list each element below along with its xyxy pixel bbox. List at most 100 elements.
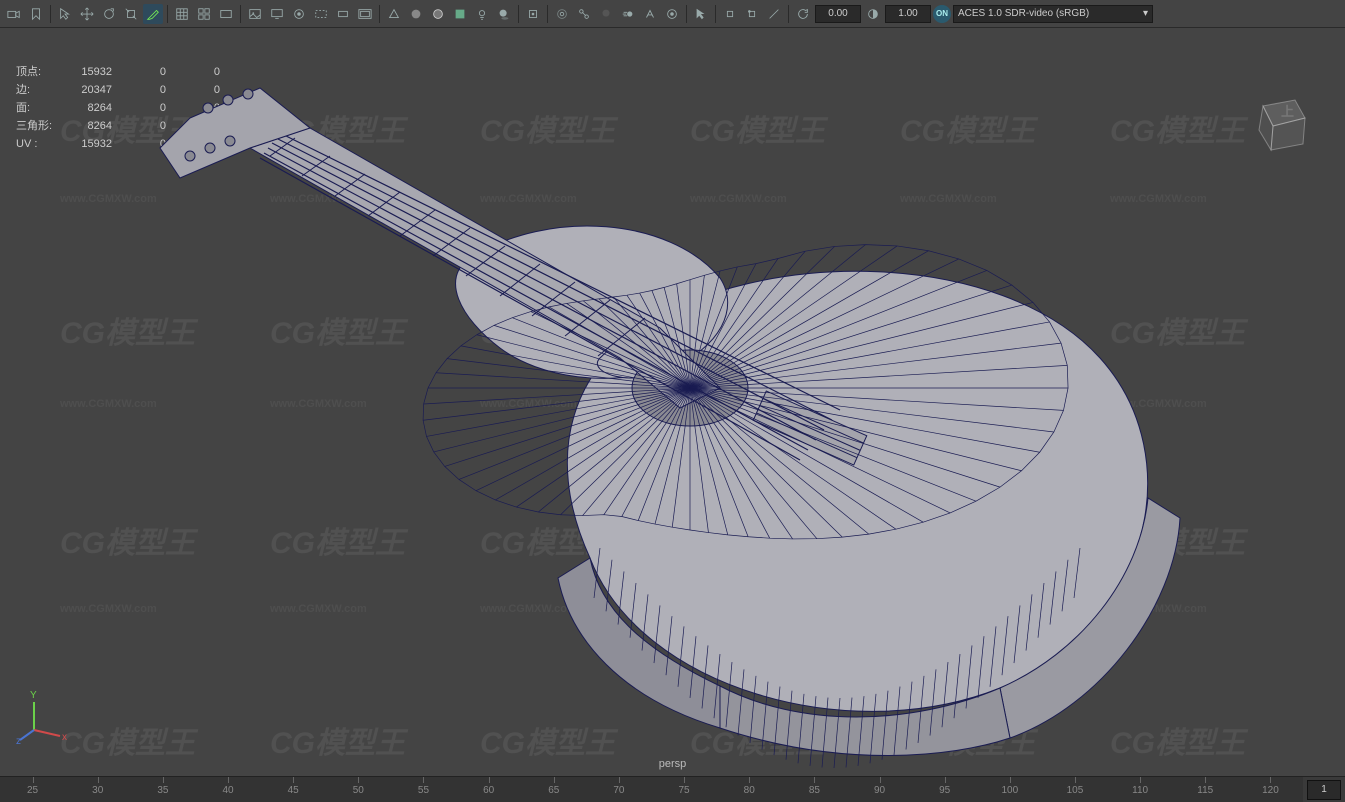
brush-tool-icon[interactable] xyxy=(143,4,163,24)
film-gate-icon[interactable] xyxy=(333,4,353,24)
shadows-icon[interactable] xyxy=(494,4,514,24)
timeline-tick xyxy=(1270,777,1271,783)
refresh-icon[interactable] xyxy=(793,4,813,24)
timeline-tick-label: 85 xyxy=(809,785,820,796)
separator xyxy=(788,5,789,23)
timeline-tick xyxy=(98,777,99,783)
hud-tris-label: 三角形: xyxy=(16,118,70,136)
timeline-tick xyxy=(489,777,490,783)
isolate-icon[interactable] xyxy=(523,4,543,24)
timeline-tick xyxy=(814,777,815,783)
exposure-input[interactable]: 0.00 xyxy=(815,5,861,23)
image-plane-icon[interactable] xyxy=(245,4,265,24)
aa-icon[interactable] xyxy=(640,4,660,24)
safe-action-icon[interactable] xyxy=(355,4,375,24)
timeline-track[interactable]: 2530354045505560657075808590951001051101… xyxy=(0,777,1303,802)
wireframe-icon[interactable] xyxy=(384,4,404,24)
timeline-tick xyxy=(1075,777,1076,783)
view-cube-top-label: 上 xyxy=(1281,104,1294,119)
textured-icon[interactable] xyxy=(450,4,470,24)
grid-icon[interactable] xyxy=(172,4,192,24)
separator xyxy=(686,5,687,23)
viewport-toolbar: 0.00 1.00 ON ACES 1.0 SDR-video (sRGB) ▾ xyxy=(0,0,1345,28)
camera-label: persp xyxy=(659,758,687,770)
timeline-tick xyxy=(1205,777,1206,783)
timeline-tick-label: 45 xyxy=(288,785,299,796)
timeline-tick-label: 25 xyxy=(27,785,38,796)
timeline-tick xyxy=(423,777,424,783)
svg-text:x: x xyxy=(62,732,67,743)
contrast-icon[interactable] xyxy=(863,4,883,24)
timeline-tick xyxy=(293,777,294,783)
colorspace-dropdown[interactable]: ACES 1.0 SDR-video (sRGB) ▾ xyxy=(953,5,1153,23)
timeline: 2530354045505560657075808590951001051101… xyxy=(0,776,1345,802)
timeline-tick xyxy=(880,777,881,783)
render-icon[interactable] xyxy=(289,4,309,24)
ao-icon[interactable] xyxy=(596,4,616,24)
hud-edges-label: 边: xyxy=(16,82,70,100)
timeline-tick xyxy=(228,777,229,783)
timeline-tick-label: 110 xyxy=(1132,785,1148,796)
gamma-input[interactable]: 1.00 xyxy=(885,5,931,23)
timeline-tick xyxy=(1010,777,1011,783)
timeline-tick-label: 75 xyxy=(679,785,690,796)
camera-icon[interactable] xyxy=(4,4,24,24)
xray-icon[interactable] xyxy=(552,4,572,24)
timeline-tick-label: 40 xyxy=(222,785,233,796)
move-tool-icon[interactable] xyxy=(77,4,97,24)
rotate-tool-icon[interactable] xyxy=(99,4,119,24)
view-cube[interactable]: 上 xyxy=(1243,88,1313,158)
hud-uv-label: UV : xyxy=(16,136,70,154)
svg-text:Y: Y xyxy=(30,690,37,701)
separator xyxy=(715,5,716,23)
current-frame-input[interactable]: 1 xyxy=(1307,780,1341,800)
timeline-tick-label: 90 xyxy=(874,785,885,796)
separator xyxy=(518,5,519,23)
tile-icon[interactable] xyxy=(194,4,214,24)
colorspace-on-toggle[interactable]: ON xyxy=(933,5,951,23)
timeline-tick-label: 65 xyxy=(548,785,559,796)
timeline-tick-label: 105 xyxy=(1067,785,1084,796)
colorspace-label: ACES 1.0 SDR-video (sRGB) xyxy=(958,8,1089,19)
shaded-icon[interactable] xyxy=(406,4,426,24)
timeline-tick xyxy=(554,777,555,783)
select-tool-icon[interactable] xyxy=(55,4,75,24)
chevron-down-icon: ▾ xyxy=(1143,8,1148,19)
snap-icon[interactable] xyxy=(720,4,740,24)
cursor-icon[interactable] xyxy=(691,4,711,24)
timeline-tick xyxy=(1140,777,1141,783)
timeline-tick xyxy=(619,777,620,783)
display-icon[interactable] xyxy=(267,4,287,24)
separator xyxy=(167,5,168,23)
timeline-tick-label: 55 xyxy=(418,785,429,796)
timeline-tick-label: 30 xyxy=(92,785,103,796)
svg-text:z: z xyxy=(16,736,21,746)
separator xyxy=(547,5,548,23)
motion-blur-icon[interactable] xyxy=(618,4,638,24)
xray-joints-icon[interactable] xyxy=(574,4,594,24)
timeline-tick-label: 60 xyxy=(483,785,494,796)
timeline-tick xyxy=(684,777,685,783)
lights-icon[interactable] xyxy=(472,4,492,24)
timeline-tick xyxy=(945,777,946,783)
timeline-tick-label: 70 xyxy=(613,785,624,796)
dof-icon[interactable] xyxy=(662,4,682,24)
timeline-tick-label: 80 xyxy=(744,785,755,796)
hud-verts-label: 顶点: xyxy=(16,64,70,82)
timeline-tick-label: 100 xyxy=(1001,785,1018,796)
axis-gizmo: Y x z xyxy=(16,686,76,746)
bookmark-icon[interactable] xyxy=(26,4,46,24)
scale-tool-icon[interactable] xyxy=(121,4,141,24)
snap-vertex-icon[interactable] xyxy=(742,4,762,24)
separator xyxy=(379,5,380,23)
layer-icon[interactable] xyxy=(216,4,236,24)
timeline-tick xyxy=(33,777,34,783)
timeline-tick-label: 95 xyxy=(939,785,950,796)
resolution-gate-icon[interactable] xyxy=(311,4,331,24)
viewport-3d[interactable]: 顶点:1593200 边:2034700 面:826400 三角形:826400… xyxy=(0,28,1345,774)
separator xyxy=(50,5,51,23)
timeline-tick-label: 115 xyxy=(1197,785,1213,796)
guitar-wireframe xyxy=(80,48,1280,768)
shaded-wire-icon[interactable] xyxy=(428,4,448,24)
snap-edge-icon[interactable] xyxy=(764,4,784,24)
